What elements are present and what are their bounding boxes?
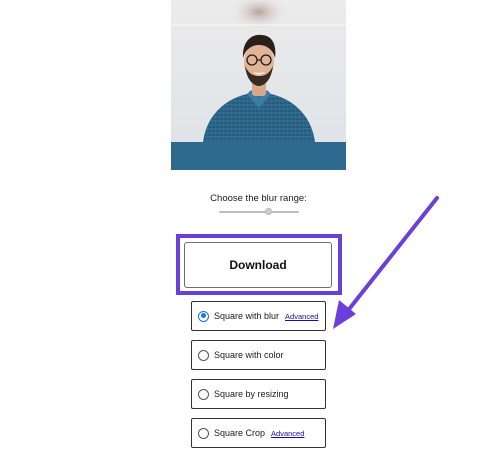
advanced-link[interactable]: Advanced: [271, 429, 304, 438]
portrait-image: [171, 0, 346, 170]
page: Choose the blur range: Download Square w…: [0, 0, 504, 450]
radio-square-crop[interactable]: [198, 427, 209, 439]
arrow-shaft: [344, 196, 439, 315]
option-square-crop[interactable]: Square Crop Advanced: [191, 418, 326, 448]
blur-range-label: Choose the blur range:: [210, 193, 307, 204]
radio-square-by-resizing[interactable]: [198, 388, 209, 400]
option-label: Square Crop: [214, 428, 266, 438]
download-button[interactable]: Download: [184, 242, 332, 288]
slider-track: [219, 211, 299, 213]
radio-square-with-color[interactable]: [198, 349, 209, 361]
photo-preview: [171, 0, 346, 170]
option-square-by-resizing[interactable]: Square by resizing: [191, 379, 326, 409]
option-label: Square with color: [214, 350, 284, 360]
option-square-with-blur[interactable]: Square with blur Advanced: [191, 301, 326, 331]
slider-thumb[interactable]: [265, 208, 273, 215]
option-label: Square with blur: [214, 311, 280, 321]
blur-range-slider[interactable]: [219, 206, 299, 218]
arrow-head-icon: [333, 300, 356, 329]
option-label: Square by resizing: [214, 389, 289, 399]
advanced-link[interactable]: Advanced: [285, 312, 318, 321]
option-square-with-color[interactable]: Square with color: [191, 340, 326, 370]
radio-square-with-blur[interactable]: [198, 310, 209, 322]
